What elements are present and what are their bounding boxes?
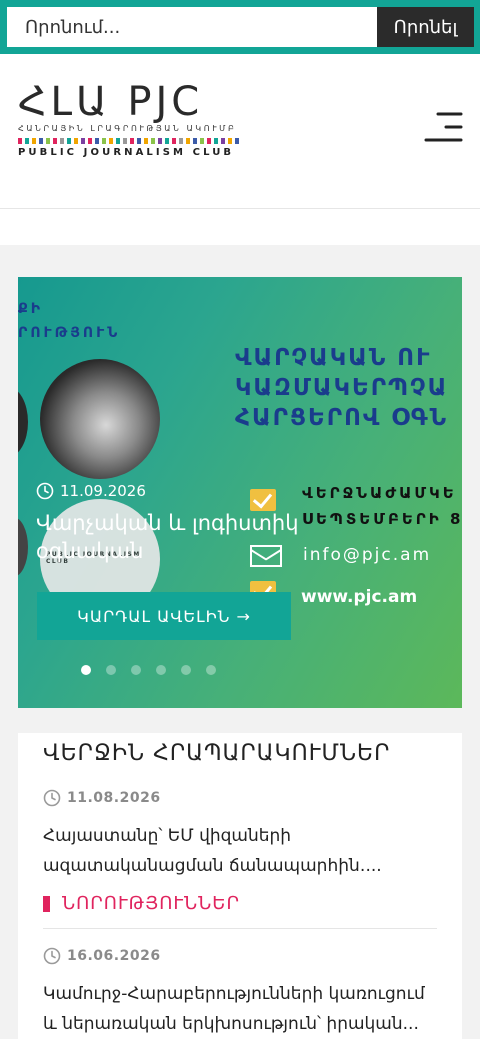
read-more-button[interactable]: ԿԱՐԴԱԼ ԱՎԵԼԻՆ → (37, 592, 291, 640)
logo-color-bars (18, 138, 246, 144)
logo-wordmark: ՀԼԱ PJC (18, 79, 204, 125)
logo-subtitle: ՀԱՆՐԱՅԻՆ ԼՐԱԳՐՈՒԹՅԱՆ ԱԿՈՒՄԲ (18, 124, 237, 133)
slide-image-headline: ՎԱՐՉԱԿԱՆ ՈՒ ԿԱԶՄԱԿԵՐՊՉԱ ՀԱՐՑԵՐՈՎ ՕԳՆ (235, 345, 449, 431)
hamburger-menu-icon[interactable] (424, 110, 464, 144)
post-divider (43, 928, 437, 929)
slider-dot[interactable] (81, 665, 91, 675)
slide-image-photo-edge (18, 517, 28, 577)
site-logo[interactable]: ՀԼԱ PJC ՀԱՆՐԱՅԻՆ ԼՐԱԳՐՈՒԹՅԱՆ ԱԿՈՒՄԲ PUBL… (18, 79, 248, 164)
slider-pagination (81, 665, 216, 675)
slide-image-top-text: ՔԻ ՐՈՒԹՅՈՒՆ (18, 301, 121, 341)
search-input[interactable] (7, 7, 377, 47)
slider-dot[interactable] (156, 665, 166, 675)
post-date-text: 16.06.2026 (67, 948, 161, 964)
slider-dot[interactable] (131, 665, 141, 675)
header-spacer (0, 209, 480, 245)
logo-club-name: PUBLIC JOURNALISM CLUB (18, 147, 235, 158)
search-bar: Որոնել (0, 0, 480, 54)
post-date-text: 11.08.2026 (67, 790, 161, 806)
slider-dot[interactable] (106, 665, 116, 675)
clock-icon (43, 789, 61, 807)
slide-date: 11.09.2026 (36, 482, 146, 500)
list-item: 11.08.2026 Հայաստանը՝ ԵՄ վիզաների ազատակ… (43, 789, 437, 914)
post-date: 16.06.2026 (43, 947, 437, 965)
clock-icon (36, 482, 54, 500)
slide-date-text: 11.09.2026 (60, 482, 146, 500)
slide-image-website: www.pjc.am (301, 587, 418, 607)
clock-icon (43, 947, 61, 965)
search-button[interactable]: Որոնել (377, 7, 474, 47)
post-title-link[interactable]: Կամուրջ-Հարաբերությունների կառուցում և ն… (43, 979, 437, 1039)
latest-publications: ՎԵՐՋԻՆ ՀՐԱՊԱՐԱԿՈՒՄՆԵՐ 11.08.2026 Հայաստա… (18, 733, 462, 1039)
section-title: ՎԵՐՋԻՆ ՀՐԱՊԱՐԱԿՈՒՄՆԵՐ (43, 741, 391, 766)
slide-image-photo (40, 359, 160, 479)
slide-image-photo-edge (18, 387, 28, 457)
post-date: 11.08.2026 (43, 789, 437, 807)
featured-slider[interactable]: ՔԻ ՐՈՒԹՅՈՒՆ PUBLIC JOURNALISM CLUB ՎԱՐՉԱ… (18, 277, 462, 708)
post-category-label: ՆՈՐՈՒԹՅՈՒՆՆԵՐ (62, 893, 240, 914)
post-title-link[interactable]: Հայաստանը՝ ԵՄ վիզաների ազատականացման ճան… (43, 821, 437, 881)
slider-dot[interactable] (206, 665, 216, 675)
post-category-link[interactable]: ՆՈՐՈՒԹՅՈՒՆՆԵՐ (43, 893, 437, 914)
slide-title[interactable]: Վարչական և լոգիստիկ օգնական (36, 509, 336, 565)
checkbox-icon (250, 489, 276, 511)
list-item: 16.06.2026 Կամուրջ-Հարաբերությունների կա… (43, 947, 437, 1039)
slider-dot[interactable] (181, 665, 191, 675)
site-header: ՀԼԱ PJC ՀԱՆՐԱՅԻՆ ԼՐԱԳՐՈՒԹՅԱՆ ԱԿՈՒՄԲ PUBL… (0, 54, 480, 208)
category-marker (43, 895, 50, 912)
